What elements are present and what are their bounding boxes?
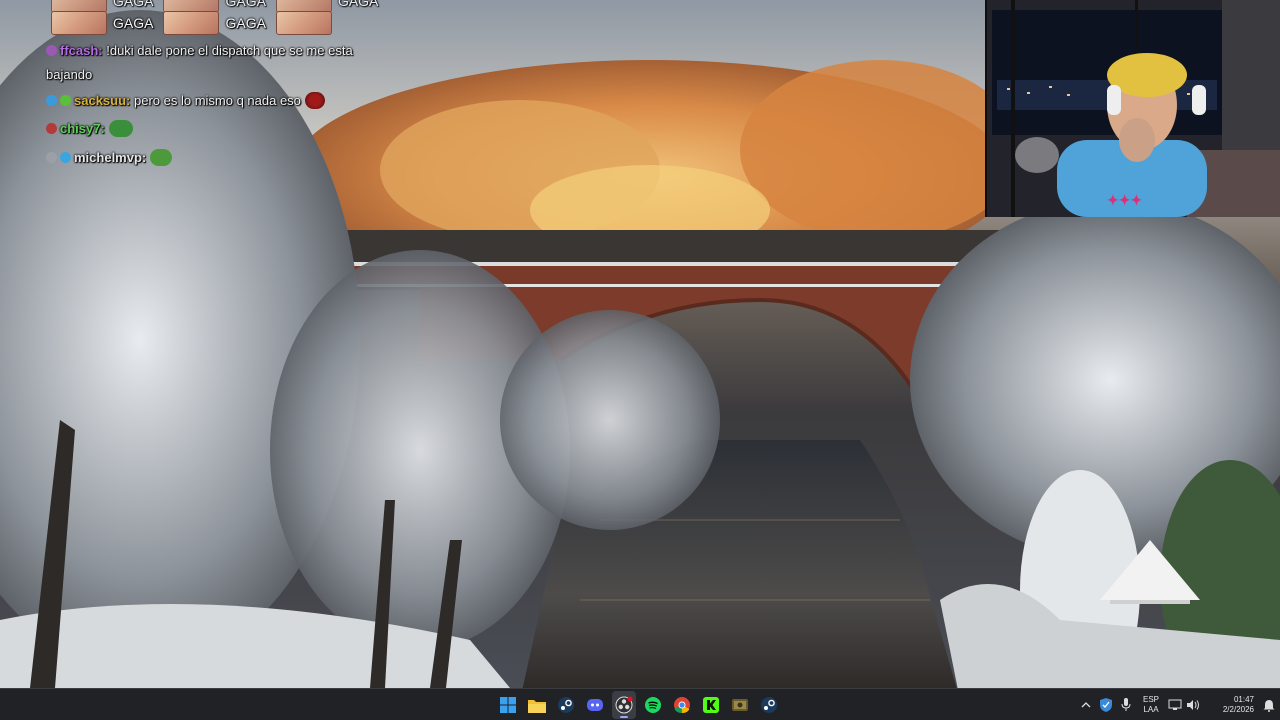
network-tray-button[interactable] <box>1166 689 1184 720</box>
defender-tray-button[interactable] <box>1096 689 1116 720</box>
emote-label: GAGA <box>337 0 379 9</box>
spotify-button[interactable] <box>641 691 665 719</box>
steam-button-2[interactable] <box>757 691 781 719</box>
chat-message: chisy7: <box>46 117 376 141</box>
steam-button[interactable] <box>554 691 578 719</box>
microphone-tray-button[interactable] <box>1116 689 1136 720</box>
svg-text:✦✦✦: ✦✦✦ <box>1107 192 1142 208</box>
emote-label: GAGA <box>225 0 266 9</box>
discord-icon <box>587 699 603 711</box>
chat-username: chisy7: <box>60 121 105 136</box>
emote-label: GAGA <box>113 0 154 9</box>
chat-username: michelmvp: <box>74 150 147 165</box>
chat-message: sacksuu: pero es lo mismo q nada eso <box>46 89 376 113</box>
nvidia-button[interactable] <box>728 691 752 719</box>
chat-text: pero es lo mismo q nada eso <box>130 93 301 108</box>
user-badge-icon <box>46 95 57 106</box>
obs-icon <box>615 696 633 714</box>
bell-icon <box>1263 699 1275 712</box>
volume-tray-button[interactable] <box>1184 689 1202 720</box>
system-tray: ESP LAA 01:47 2/2/2026 <box>1076 689 1280 720</box>
chat-emote-icon <box>304 92 325 109</box>
chat-emote-icon <box>108 120 133 137</box>
speaker-icon <box>1187 700 1199 710</box>
emote-label: GAGA <box>225 15 266 31</box>
file-explorer-button[interactable] <box>525 691 549 719</box>
language-indicator[interactable]: ESP LAA <box>1136 689 1166 720</box>
user-badge-icon <box>60 95 71 106</box>
spotify-icon <box>645 697 661 713</box>
user-badge-icon <box>46 123 57 134</box>
emote-image <box>275 11 332 35</box>
keyboard-layout: LAA <box>1143 705 1159 714</box>
chat-emote-icon <box>150 149 173 166</box>
network-icon <box>1168 699 1182 710</box>
taskbar-apps <box>496 689 781 720</box>
chrome-button[interactable] <box>670 691 694 719</box>
kick-button[interactable] <box>699 691 723 719</box>
emote-image <box>51 11 107 35</box>
notifications-button[interactable] <box>1258 689 1280 720</box>
user-badge-icon <box>46 152 57 163</box>
user-badge-icon <box>46 45 57 56</box>
clock-time: 01:47 <box>1233 695 1254 704</box>
windows-icon <box>500 697 516 713</box>
steam-icon <box>558 697 574 713</box>
webcam-feed: ✦✦✦ <box>985 0 1280 217</box>
language-code: ESP <box>1142 695 1159 704</box>
shield-icon <box>1100 698 1112 712</box>
emote-label: GAGA <box>113 15 154 31</box>
emote-row: GAGA GAGA <box>51 10 332 36</box>
discord-button[interactable] <box>583 691 607 719</box>
webcam-image: ✦✦✦ <box>987 0 1280 217</box>
chat-username: sacksuu: <box>74 93 131 108</box>
folder-icon <box>528 699 546 713</box>
chevron-up-icon <box>1081 702 1091 708</box>
start-button[interactable] <box>496 691 520 719</box>
stream-chat-overlay: GAGA GAGA GAGA GAGA GAGA ffcash: !duki d… <box>46 0 379 175</box>
clock-button[interactable]: 01:47 2/2/2026 <box>1202 689 1258 720</box>
microphone-icon <box>1121 698 1131 711</box>
steam-icon <box>761 697 777 713</box>
chat-username: ffcash: <box>60 43 103 58</box>
clock-date: 2/2/2026 <box>1222 705 1254 714</box>
kick-icon <box>703 697 719 713</box>
obs-button[interactable] <box>612 691 636 719</box>
emote-image <box>163 11 220 35</box>
chrome-icon <box>674 697 690 714</box>
user-badge-icon <box>60 152 71 163</box>
gpu-icon <box>732 699 748 711</box>
taskbar: ESP LAA 01:47 2/2/2026 <box>0 688 1280 720</box>
show-hidden-icons-button[interactable] <box>1076 689 1096 720</box>
chat-message: ffcash: !duki dale pone el dispatch que … <box>46 39 376 87</box>
chat-message: michelmvp: <box>46 146 376 170</box>
